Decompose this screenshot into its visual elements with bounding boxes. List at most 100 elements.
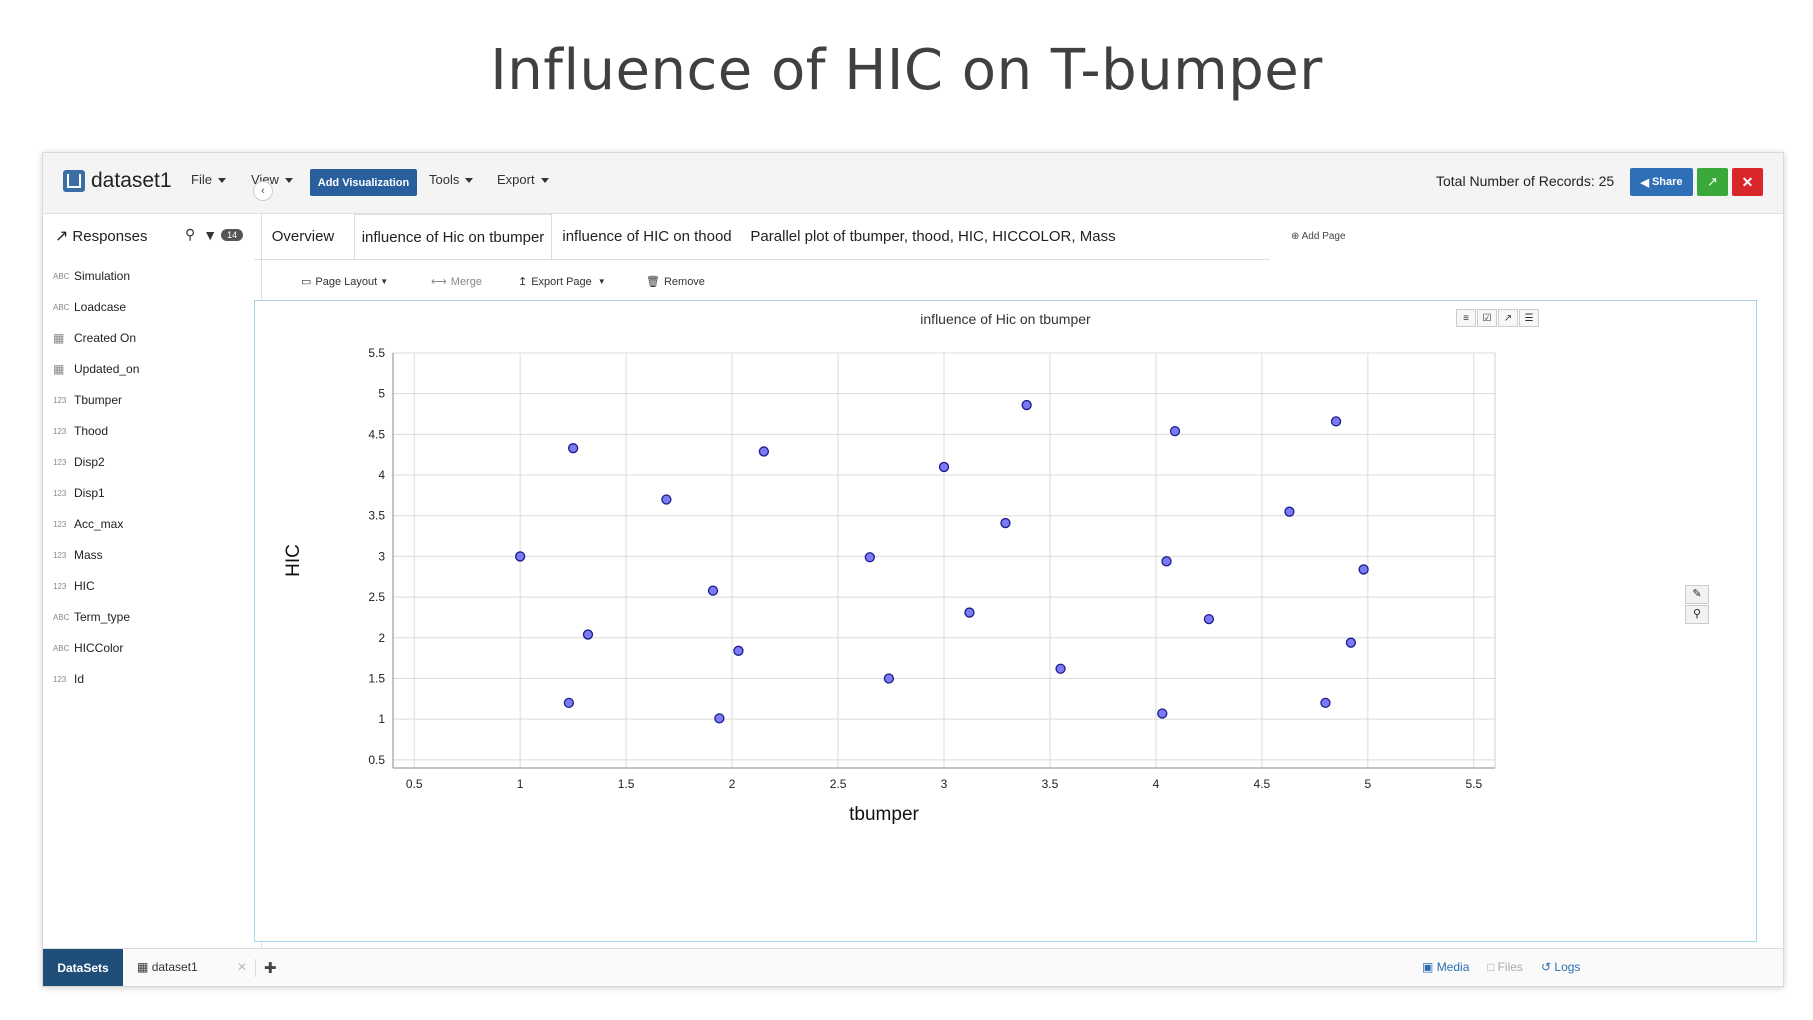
data-point xyxy=(714,713,725,724)
record-count: Total Number of Records: 25 xyxy=(1436,173,1615,189)
data-point xyxy=(733,645,744,656)
data-point xyxy=(938,461,950,473)
data-point xyxy=(1157,708,1168,719)
close-dataset-icon[interactable]: ✕ xyxy=(237,960,247,974)
field-item[interactable]: ABC Term_type xyxy=(53,607,130,627)
numeric-type-icon: 123 xyxy=(53,457,67,467)
merge-button[interactable]: ⟷ Merge xyxy=(431,275,482,289)
page-layout-button[interactable]: ▭ Page Layout ▼ xyxy=(301,275,389,289)
data-point xyxy=(707,585,719,596)
field-name: Mass xyxy=(74,548,103,562)
data-point xyxy=(1320,697,1331,709)
filter-icon[interactable]: ▼ xyxy=(203,227,217,243)
field-item[interactable]: ABC Loadcase xyxy=(53,297,126,317)
data-point xyxy=(1203,613,1215,625)
chart-panel: influence of Hic on tbumper ≡ ☑ ↗ ☰ 0.5 1… xyxy=(254,300,1757,942)
search-icon[interactable]: ⚲ xyxy=(185,226,195,243)
data-point xyxy=(1000,517,1011,529)
zoom-icon[interactable]: ⚲ xyxy=(1685,605,1709,624)
add-page-button[interactable]: ⊕ Add Page xyxy=(1291,231,1346,242)
data-point xyxy=(883,673,895,684)
field-item[interactable]: 123 Mass xyxy=(53,545,103,565)
y-tick-label: 3 xyxy=(378,549,385,563)
filter-count-badge: 14 xyxy=(221,228,244,241)
tab-overview[interactable]: Overview xyxy=(254,214,352,258)
menu-tools[interactable]: Tools xyxy=(429,172,474,187)
checkbox-icon[interactable]: ☑ xyxy=(1477,309,1497,327)
field-item[interactable]: 123 Id xyxy=(53,669,84,689)
share-icon: ◀ xyxy=(1640,176,1649,189)
y-tick-label: 1 xyxy=(378,712,385,726)
field-item[interactable]: ABC HICColor xyxy=(53,638,123,658)
field-item[interactable]: 123 HIC xyxy=(53,576,95,596)
data-point xyxy=(864,552,875,563)
dataset-tab-item[interactable]: ▦ dataset1 xyxy=(137,960,198,974)
field-item[interactable]: 123 Disp1 xyxy=(53,483,105,503)
x-tick-label: 2.5 xyxy=(830,777,847,791)
data-point xyxy=(563,697,575,709)
x-tick-label: 4 xyxy=(1153,777,1160,791)
image-icon: ▣ xyxy=(1422,960,1434,974)
field-item[interactable]: ▦ Updated_on xyxy=(53,359,139,379)
field-name: Loadcase xyxy=(74,300,127,314)
caret-down-icon xyxy=(465,178,474,184)
close-button[interactable]: ✕ xyxy=(1732,168,1763,196)
field-name: Term_type xyxy=(74,610,131,624)
app-window: dataset1 File View Add Visualization Too… xyxy=(42,152,1784,987)
field-item[interactable]: 123 Tbumper xyxy=(53,390,122,410)
field-item[interactable]: 123 Acc_max xyxy=(53,514,123,534)
numeric-type-icon: 123 xyxy=(53,550,67,560)
data-point xyxy=(1284,506,1295,517)
file-icon: □ xyxy=(1487,960,1495,974)
y-tick-label: 5.5 xyxy=(368,346,385,360)
bottom-bar: DataSets ▦ dataset1 ✕ ✚ ▣ Media □ Files … xyxy=(43,948,1783,986)
y-axis-label: HIC xyxy=(283,544,304,577)
logs-link[interactable]: ↺ Logs xyxy=(1541,960,1580,974)
remove-button[interactable]: 🗑 Remove xyxy=(646,275,705,289)
field-name: Created On xyxy=(74,331,137,345)
numeric-type-icon: 123 xyxy=(53,674,67,684)
field-item[interactable]: 123 Disp2 xyxy=(53,452,105,472)
field-item[interactable]: ABC Simulation xyxy=(53,266,130,286)
menu-export[interactable]: Export xyxy=(497,172,549,187)
data-point xyxy=(1021,399,1032,411)
sidebar-tools: ⚲ ▼ 14 xyxy=(185,226,244,243)
y-tick-label: 4 xyxy=(378,468,385,482)
field-item[interactable]: 123 Thood xyxy=(53,421,108,441)
brush-icon[interactable]: ✎ xyxy=(1685,585,1709,604)
sidebar-title: Responses xyxy=(72,227,148,245)
media-link[interactable]: ▣ Media xyxy=(1422,960,1469,974)
menu-file[interactable]: File xyxy=(191,172,226,187)
x-tick-label: 5.5 xyxy=(1465,777,1482,791)
text-type-icon: ABC xyxy=(53,643,70,653)
tab-divider xyxy=(254,259,1270,260)
data-point xyxy=(1345,637,1357,648)
brand[interactable]: dataset1 xyxy=(63,169,172,193)
field-item[interactable]: ▦ Created On xyxy=(53,328,136,348)
expand-icon[interactable]: ↗ xyxy=(1498,309,1518,327)
export-page-button[interactable]: ↥ Export Page ▼ xyxy=(518,275,606,289)
data-point xyxy=(1055,663,1066,674)
x-tick-label: 0.5 xyxy=(406,777,423,791)
datasets-tab[interactable]: DataSets xyxy=(43,949,123,986)
numeric-type-icon: 123 xyxy=(53,426,67,436)
y-tick-label: 1.5 xyxy=(368,671,385,685)
layout-icon: ▭ xyxy=(301,276,312,288)
fullscreen-button[interactable]: ↗ xyxy=(1697,168,1728,196)
caret-down-icon xyxy=(284,178,293,184)
caret-down-icon: ▼ xyxy=(380,277,389,286)
tab-parallel-plot[interactable]: Parallel plot of tbumper, thood, HIC, HI… xyxy=(743,214,1123,258)
files-link[interactable]: □ Files xyxy=(1487,960,1523,974)
hamburger-menu-icon[interactable]: ☰ xyxy=(1519,309,1539,327)
y-tick-label: 5 xyxy=(378,387,385,401)
close-icon: ✕ xyxy=(1741,173,1754,190)
table-icon: ▦ xyxy=(137,960,149,974)
collapse-sidebar-button[interactable]: ‹ xyxy=(253,181,273,201)
tab-influence-hic-tbumper[interactable]: influence of Hic on tbumper xyxy=(354,214,552,260)
add-visualization-button[interactable]: Add Visualization xyxy=(310,169,417,196)
settings-sliders-icon[interactable]: ≡ xyxy=(1456,309,1476,327)
add-dataset-icon[interactable]: ✚ xyxy=(255,959,277,977)
share-button[interactable]: ◀ Share xyxy=(1630,168,1693,196)
y-tick-label: 4.5 xyxy=(368,427,385,441)
tab-influence-hic-thood[interactable]: influence of HIC on thood xyxy=(555,214,739,258)
